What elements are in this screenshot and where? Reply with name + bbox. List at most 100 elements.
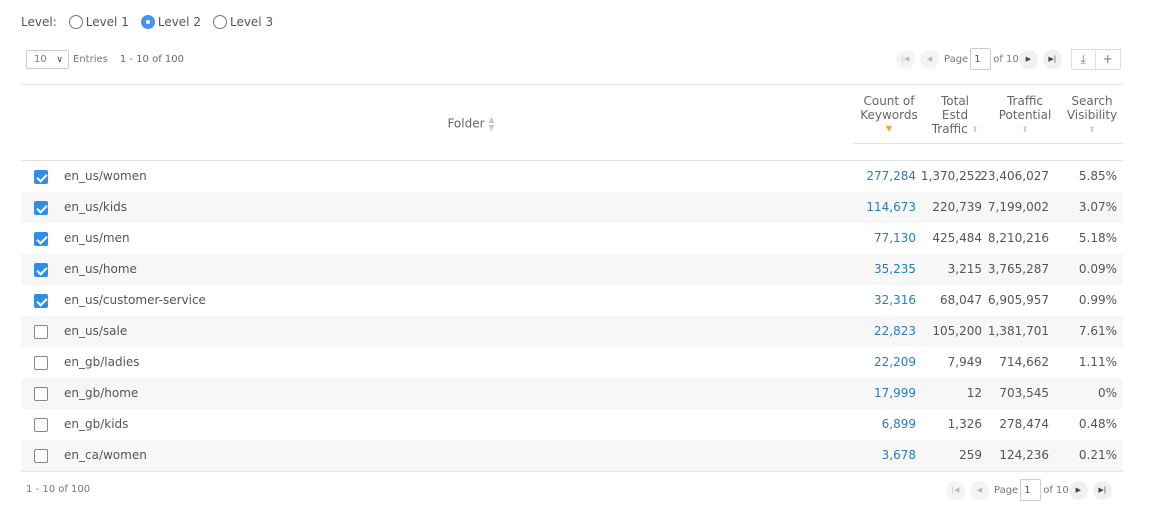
keyword-count-link[interactable]: 32,316 (874, 293, 916, 307)
table-row[interactable]: en_ca/women 3,678 259 124,236 0.21% (21, 440, 1123, 471)
row-checkbox[interactable] (34, 294, 48, 308)
sort-icon: ⬍ (1088, 124, 1096, 134)
radio-label: Level 1 (85, 15, 129, 29)
keyword-count-link[interactable]: 17,999 (874, 386, 916, 400)
last-page-button[interactable]: ▶| (1092, 480, 1112, 500)
visibility-cell: 0% (1097, 386, 1117, 400)
visibility-cell: 0.21% (1078, 448, 1117, 462)
row-checkbox[interactable] (34, 449, 48, 463)
keyword-count-link[interactable]: 3,678 (882, 448, 916, 462)
row-checkbox[interactable] (34, 418, 48, 432)
page-of-text: of 10 (993, 53, 1019, 65)
add-button[interactable]: + (1095, 48, 1121, 70)
potential-cell: 8,210,216 (987, 231, 1049, 245)
keyword-count-link[interactable]: 277,284 (866, 169, 916, 183)
traffic-cell: 7,949 (947, 355, 982, 369)
radio-level-3[interactable]: Level 3 (212, 15, 273, 29)
keyword-count-link[interactable]: 77,130 (874, 231, 916, 245)
keyword-count-link[interactable]: 6,899 (882, 417, 916, 431)
visibility-cell: 0.48% (1078, 417, 1117, 431)
sort-desc-icon: ▼ (885, 124, 893, 133)
potential-cell: 1,381,701 (987, 324, 1049, 338)
radio-circle-icon[interactable] (212, 15, 227, 29)
column-header-total-estd-traffic[interactable]: Total Estd Traffic ⬍ (926, 94, 984, 136)
table-row[interactable]: en_us/sale 22,823 105,200 1,381,701 7.61% (21, 316, 1123, 347)
table-row[interactable]: en_us/women 277,284 1,370,252 23,406,027 5.8… (21, 161, 1123, 192)
next-page-button[interactable]: ▶ (1068, 480, 1088, 500)
prev-page-button[interactable]: ◀ (920, 49, 939, 69)
row-checkbox[interactable] (34, 356, 48, 370)
entries-label: Entries (73, 54, 108, 65)
radio-circle-icon[interactable] (68, 15, 83, 29)
visibility-cell: 0.99% (1078, 293, 1117, 307)
row-checkbox[interactable] (34, 325, 48, 339)
prev-page-button[interactable]: ◀ (970, 480, 989, 500)
table-body: en_us/women 277,284 1,370,252 23,406,027 5.8… (21, 161, 1123, 471)
row-checkbox[interactable] (34, 263, 48, 277)
traffic-cell: 1,370,252 (920, 169, 982, 183)
potential-cell: 3,765,287 (987, 262, 1049, 276)
table-row[interactable]: en_us/kids 114,673 220,739 7,199,002 3.07% (21, 192, 1123, 223)
last-page-button[interactable]: ▶| (1042, 49, 1062, 69)
footer-range: 1 - 10 of 100 (26, 484, 91, 495)
column-header-search-visibility[interactable]: Search Visibility ⬍ (1061, 94, 1123, 136)
column-label: Keywords (860, 108, 918, 122)
table-row[interactable]: en_gb/kids 6,899 1,326 278,474 0.48% (21, 409, 1123, 440)
keyword-count-link[interactable]: 35,235 (874, 262, 916, 276)
column-header-count-of-keywords[interactable]: Count of Keywords ▼ (855, 94, 923, 136)
traffic-cell: 1,326 (947, 417, 982, 431)
page-input[interactable]: 1 (970, 48, 992, 70)
radio-level-2[interactable]: Level 2 (140, 15, 201, 29)
page-label: Page (994, 484, 1019, 496)
traffic-cell: 68,047 (940, 293, 982, 307)
folder-cell: en_us/home (64, 262, 137, 276)
keyword-count-link[interactable]: 22,823 (874, 324, 916, 338)
visibility-cell: 5.85% (1078, 169, 1117, 183)
table-row[interactable]: en_us/customer-service 32,316 68,047 6,905,… (21, 285, 1123, 316)
first-page-icon: |◀ (901, 55, 910, 63)
keyword-count-link[interactable]: 114,673 (866, 200, 916, 214)
column-header-folder[interactable]: Folder ▲ ▼ (401, 116, 541, 132)
entries-range: 1 - 10 of 100 (119, 54, 184, 65)
folder-cell: en_us/kids (64, 200, 128, 214)
column-label: Traffic (931, 122, 968, 136)
visibility-cell: 5.18% (1078, 231, 1117, 245)
plus-icon: + (1102, 52, 1113, 66)
row-checkbox[interactable] (34, 387, 48, 401)
column-label: Estd (941, 108, 969, 122)
column-label: Total (940, 94, 970, 108)
table-row[interactable]: en_gb/home 17,999 12 703,545 0% (21, 378, 1123, 409)
row-checkbox[interactable] (34, 170, 48, 184)
radio-level-1[interactable]: Level 1 (68, 15, 129, 29)
column-label: Potential (998, 108, 1052, 122)
first-page-icon: |◀ (951, 486, 960, 494)
table-header: Folder ▲ ▼ Count of Keywords ▼ Total Estd… (21, 85, 1123, 161)
radio-circle-icon[interactable] (140, 15, 155, 29)
row-checkbox[interactable] (34, 201, 48, 215)
download-button[interactable]: ⤓ (1070, 48, 1096, 70)
visibility-cell: 0.09% (1078, 262, 1117, 276)
download-icon: ⤓ (1080, 51, 1086, 66)
visibility-cell: 7.61% (1078, 324, 1117, 338)
column-label: Visibility (1066, 108, 1118, 122)
potential-cell: 703,545 (999, 386, 1049, 400)
row-checkbox[interactable] (34, 232, 48, 246)
next-page-button[interactable]: ▶ (1018, 49, 1038, 69)
first-page-button[interactable]: |◀ (896, 49, 915, 69)
table-row[interactable]: en_us/men 77,130 425,484 8,210,216 5.18% (21, 223, 1123, 254)
next-page-icon: ▶ (1025, 55, 1031, 63)
traffic-cell: 12 (966, 386, 982, 400)
column-header-traffic-potential[interactable]: Traffic Potential ⬍ (991, 94, 1059, 136)
first-page-button[interactable]: |◀ (946, 480, 965, 500)
folder-cell: en_us/sale (64, 324, 128, 338)
folder-cell: en_us/customer-service (64, 293, 206, 307)
folder-cell: en_gb/kids (64, 417, 129, 431)
keyword-count-link[interactable]: 22,209 (874, 355, 916, 369)
page-input[interactable]: 1 (1020, 479, 1042, 501)
table-tools: ⤓ + (1070, 48, 1121, 70)
page-of-text: of 10 (1043, 484, 1069, 496)
table-row[interactable]: en_us/home 35,235 3,215 3,765,287 0.09% (21, 254, 1123, 285)
entries-select[interactable]: 10 ∨ (26, 50, 69, 69)
table-row[interactable]: en_gb/ladies 22,209 7,949 714,662 1.11% (21, 347, 1123, 378)
traffic-cell: 259 (959, 448, 982, 462)
